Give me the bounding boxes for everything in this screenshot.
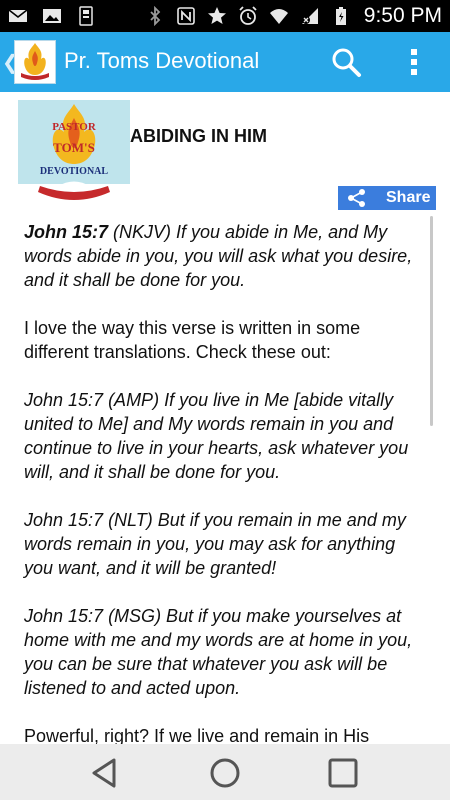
verse-reference: John 15:7 (24, 222, 109, 242)
paragraph-intro: I love the way this verse is written in … (24, 318, 361, 362)
status-bar-system: 9:50 PM (145, 4, 442, 28)
star-icon (207, 7, 226, 24)
post-body: John 15:7 (NKJV) If you abide in Me, and… (24, 220, 428, 744)
paragraph-msg: John 15:7 (MSG) But if you make yourselv… (24, 606, 413, 698)
recents-square-icon[interactable] (326, 756, 360, 790)
more-vertical-icon[interactable] (404, 46, 424, 78)
status-bar: 9:50 PM (0, 0, 450, 32)
alarm-icon (239, 6, 257, 25)
logo-text-line-2: TOM'S (53, 140, 95, 155)
search-icon[interactable] (330, 46, 362, 78)
paragraph-amp: John 15:7 (AMP) If you live in Me [abide… (24, 390, 409, 482)
post-title: ABIDING IN HIM (130, 126, 267, 146)
logo-text-line-1: PASTOR (52, 121, 97, 133)
mail-icon (8, 9, 28, 22)
pastor-toms-devotional-logo: PASTOR TOM'S DEVOTIONAL (18, 100, 130, 200)
paragraph-closing: Powerful, right? If we live and remain i… (24, 726, 370, 744)
signal-icon (301, 8, 318, 24)
flame-logo-icon (21, 43, 49, 80)
share-label: Share (386, 189, 431, 206)
share-button[interactable]: Share (338, 186, 436, 210)
logo-text-line-3: DEVOTIONAL (40, 166, 108, 177)
home-circle-icon[interactable] (208, 756, 242, 790)
paragraph-nlt: John 15:7 (NLT) But if you remain in me … (24, 510, 406, 578)
paragraph-nkjv: John 15:7 (NKJV) If you abide in Me, and… (24, 220, 428, 292)
bluetooth-icon (150, 6, 161, 26)
status-bar-notifications (8, 6, 96, 26)
nfc-icon (176, 7, 195, 25)
navigation-bar (0, 744, 450, 800)
phone-storage-icon (79, 6, 93, 26)
scrollbar[interactable] (430, 216, 433, 426)
battery-icon (335, 7, 346, 25)
share-icon (348, 189, 365, 207)
back-triangle-icon[interactable] (88, 756, 122, 790)
image-icon (43, 9, 61, 23)
action-bar: ❮ Pr. Toms Devotional (0, 32, 450, 92)
app-logo[interactable] (14, 40, 56, 84)
post-content[interactable]: PASTOR TOM'S DEVOTIONAL ABIDING IN HIM S… (0, 92, 450, 744)
clock: 9:50 PM (363, 4, 442, 27)
wifi-icon (269, 9, 288, 24)
app-title: Pr. Toms Devotional (64, 48, 260, 73)
